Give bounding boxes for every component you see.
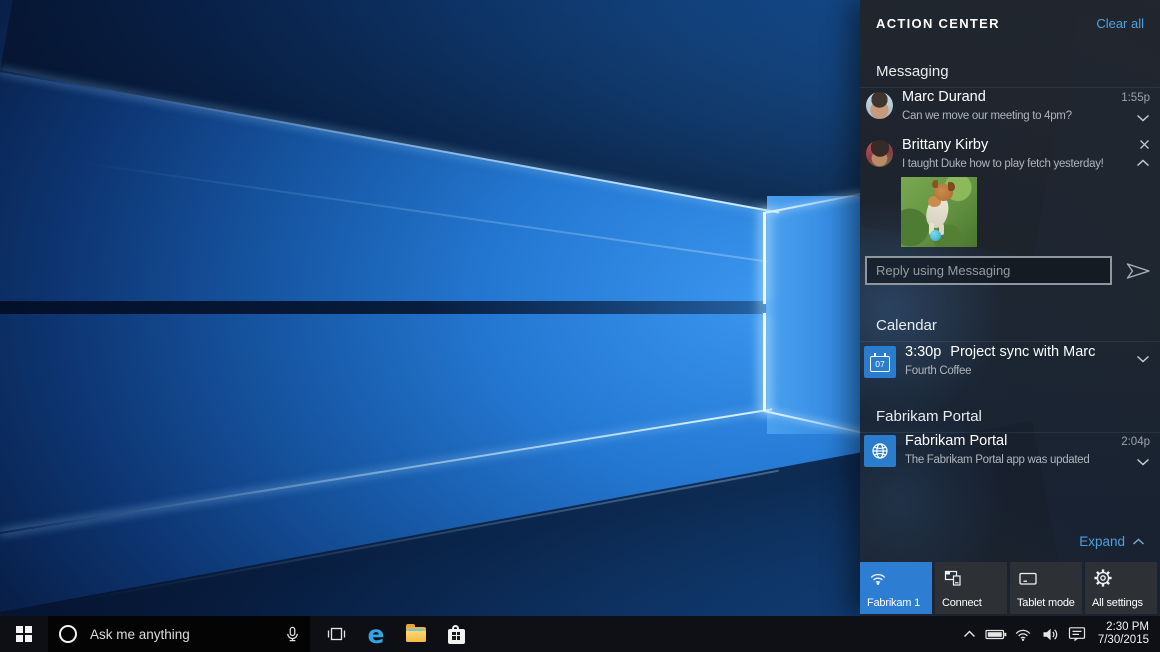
task-view-icon <box>327 626 346 642</box>
clock-date: 7/30/2015 <box>1098 634 1149 648</box>
section-calendar-label: Calendar <box>860 317 1160 342</box>
wallpaper-window-glow <box>767 196 860 434</box>
chevron-down-icon[interactable] <box>1136 114 1150 122</box>
screen: ACTION CENTER Clear all Messaging Marc D… <box>0 0 1160 652</box>
message-preview: Can we move our meeting to 4pm? <box>902 110 1072 122</box>
clock[interactable]: 2:30 PM 7/30/2015 <box>1091 616 1160 652</box>
event-title: Project sync with Marc <box>950 344 1095 360</box>
sender-name: Marc Durand <box>902 89 986 105</box>
reply-row <box>865 256 1155 286</box>
globe-icon <box>864 435 896 467</box>
clock-time: 2:30 PM <box>1098 621 1149 635</box>
clear-all-link[interactable]: Clear all <box>1096 16 1144 31</box>
chevron-up-icon <box>963 630 976 638</box>
panel-title: ACTION CENTER <box>876 16 1000 31</box>
chevron-down-icon[interactable] <box>1136 355 1150 363</box>
quick-action-tile-tablet-mode[interactable]: Tablet mode <box>1010 562 1082 614</box>
action-center-panel: ACTION CENTER Clear all Messaging Marc D… <box>860 0 1160 616</box>
chevron-up-icon[interactable] <box>1136 159 1150 167</box>
event-title-line: 3:30p Project sync with Marc <box>905 344 1095 360</box>
wifi-icon[interactable] <box>1010 616 1037 652</box>
show-hidden-icons-button[interactable] <box>956 616 983 652</box>
chevron-down-icon[interactable] <box>1136 458 1150 466</box>
portal-title: Fabrikam Portal <box>905 433 1007 449</box>
system-tray: 2:30 PM 7/30/2015 <box>956 616 1160 652</box>
quick-action-tile-fabrikam1[interactable]: Fabrikam 1 <box>860 562 932 614</box>
notification-calendar[interactable]: 07 3:30p Project sync with Marc Fourth Co… <box>860 343 1160 387</box>
tablet-icon <box>1018 568 1038 588</box>
start-button[interactable] <box>0 616 48 652</box>
tile-label: All settings <box>1092 597 1143 609</box>
section-messaging-label: Messaging <box>860 63 1160 88</box>
battery-icon[interactable] <box>983 616 1010 652</box>
wallpaper-window-edge <box>763 313 766 411</box>
search-box[interactable] <box>48 616 310 652</box>
section-portal-label: Fabrikam Portal <box>860 408 1160 433</box>
timestamp: 2:04p <box>1121 435 1150 449</box>
tile-label: Connect <box>942 597 982 609</box>
calendar-day: 07 <box>875 359 884 369</box>
quick-action-tile-connect[interactable]: Connect <box>935 562 1007 614</box>
volume-icon[interactable] <box>1037 616 1064 652</box>
wifi-icon <box>868 568 888 586</box>
marc-avatar <box>866 92 893 119</box>
store-button[interactable] <box>436 616 476 652</box>
notification-controls <box>1110 355 1150 363</box>
connect-icon <box>943 568 963 588</box>
folder-icon <box>406 627 426 642</box>
notification-controls <box>1110 139 1150 167</box>
expand-link[interactable]: Expand <box>1079 534 1145 549</box>
brittany-avatar <box>866 140 893 167</box>
message-photo-attachment[interactable] <box>901 177 977 247</box>
tile-label: Fabrikam 1 <box>867 597 920 609</box>
microphone-icon[interactable] <box>284 626 301 643</box>
cortana-icon <box>59 625 77 643</box>
windows-logo-icon <box>16 626 32 642</box>
portal-message: The Fabrikam Portal app was updated <box>905 454 1089 466</box>
dog-illustration <box>932 180 938 188</box>
send-button[interactable] <box>1121 259 1155 283</box>
store-icon <box>448 625 465 644</box>
send-icon <box>1124 261 1152 281</box>
settings-gear-icon <box>1093 568 1113 588</box>
dog-illustration <box>948 182 955 191</box>
edge-icon: e <box>368 622 385 647</box>
action-center-icon[interactable] <box>1064 616 1091 652</box>
timestamp: 1:55p <box>1121 91 1150 105</box>
edge-browser-button[interactable]: e <box>356 616 396 652</box>
calendar-icon: 07 <box>864 346 896 378</box>
quick-actions: Fabrikam 1 Connect Tablet mode All setti… <box>860 562 1157 614</box>
event-time: 3:30p <box>905 344 941 360</box>
action-center-header: ACTION CENTER Clear all <box>876 16 1144 31</box>
expand-label: Expand <box>1079 534 1125 549</box>
notification-marc[interactable]: Marc Durand Can we move our meeting to 4… <box>860 88 1160 134</box>
notification-brittany[interactable]: Brittany Kirby I taught Duke how to play… <box>860 136 1160 182</box>
quick-action-tile-all-settings[interactable]: All settings <box>1085 562 1157 614</box>
file-explorer-button[interactable] <box>396 616 436 652</box>
taskbar: e 2:30 <box>0 616 1160 652</box>
chevron-up-icon <box>1132 538 1145 546</box>
event-location: Fourth Coffee <box>905 365 971 377</box>
wallpaper-dark-band <box>0 301 766 314</box>
message-preview: I taught Duke how to play fetch yesterda… <box>902 158 1104 170</box>
sender-name: Brittany Kirby <box>902 137 988 153</box>
close-icon[interactable] <box>1139 139 1150 150</box>
wallpaper-window-edge <box>763 212 766 304</box>
notification-portal[interactable]: Fabrikam Portal The Fabrikam Portal app … <box>860 432 1160 476</box>
ball-illustration <box>930 230 941 241</box>
notification-controls: 1:55p <box>1110 91 1150 122</box>
task-view-button[interactable] <box>316 616 356 652</box>
search-input[interactable] <box>77 616 275 652</box>
reply-input[interactable] <box>865 256 1112 285</box>
tile-label: Tablet mode <box>1017 597 1075 609</box>
taskbar-app-icons: e <box>316 616 476 652</box>
notification-controls: 2:04p <box>1110 435 1150 466</box>
